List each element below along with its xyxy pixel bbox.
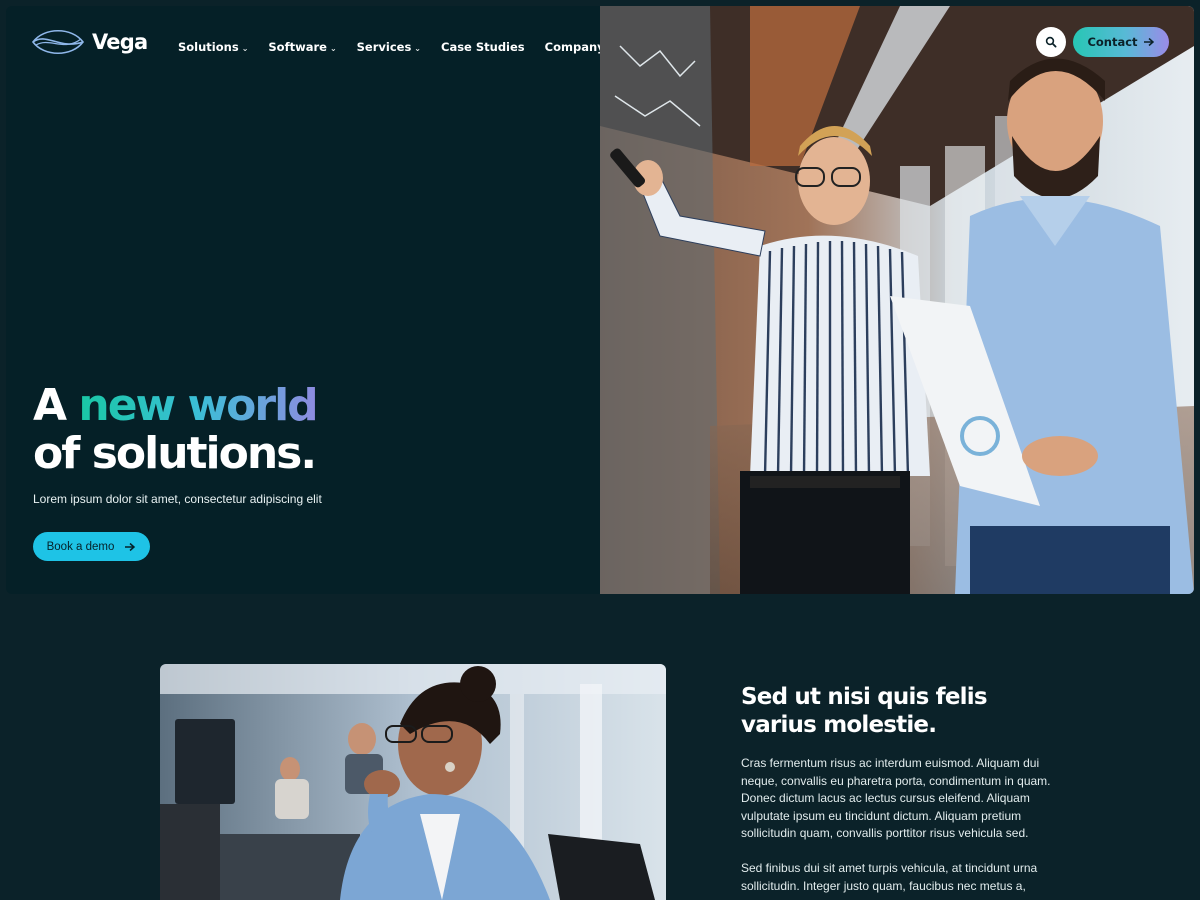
arrow-right-icon (125, 542, 136, 551)
book-demo-label: Book a demo (46, 540, 115, 553)
section-paragraph-1: Cras fermentum risus ac interdum euismod… (741, 756, 1051, 840)
headline-highlight: new world (78, 380, 318, 431)
office-image (160, 664, 666, 900)
contact-label: Contact (1087, 35, 1138, 49)
search-icon (1045, 36, 1057, 48)
contact-button[interactable]: Contact (1073, 27, 1169, 57)
chevron-down-icon: ⌄ (241, 43, 249, 53)
hero-section: Vega Solutions ⌄ Software ⌄ Services ⌄ C… (6, 6, 1194, 594)
section-paragraph-2: Sed finibus dui sit amet turpis vehicula… (741, 861, 1038, 893)
brand-name: Vega (92, 30, 148, 54)
nav-item-label: Company (544, 40, 605, 54)
hero-subtitle: Lorem ipsum dolor sit amet, consectetur … (33, 492, 322, 506)
nav-item-solutions[interactable]: Solutions ⌄ (178, 40, 248, 54)
headline-end: of solutions. (33, 428, 317, 479)
chevron-down-icon: ⌄ (414, 43, 421, 53)
section-title: Sed ut nisi quis felis varius molestie. (741, 684, 988, 738)
nav-item-case-studies[interactable]: Case Studies (441, 40, 525, 54)
nav-item-label: Case Studies (441, 40, 525, 54)
nav-item-label: Solutions (178, 40, 239, 54)
arrow-right-icon (1143, 37, 1154, 47)
hero-headline: A new world of solutions. (33, 380, 319, 479)
office-photo-illustration (160, 664, 666, 900)
nav-item-label: Services (356, 40, 412, 54)
hero-image (600, 6, 1194, 594)
book-demo-button[interactable]: Book a demo (33, 532, 150, 561)
nav-item-label: Software (268, 40, 327, 54)
hero-photo-illustration (600, 6, 1194, 594)
nav-item-services[interactable]: Services ⌄ (357, 40, 421, 54)
main-nav: Solutions ⌄ Software ⌄ Services ⌄ Case S… (178, 40, 614, 54)
nav-item-software[interactable]: Software ⌄ (268, 40, 336, 54)
brand-logo[interactable]: Vega (30, 24, 148, 60)
vega-logo-icon (32, 30, 84, 54)
search-button[interactable] (1036, 27, 1066, 57)
headline-start: A (33, 380, 67, 431)
chevron-down-icon: ⌄ (329, 43, 337, 53)
